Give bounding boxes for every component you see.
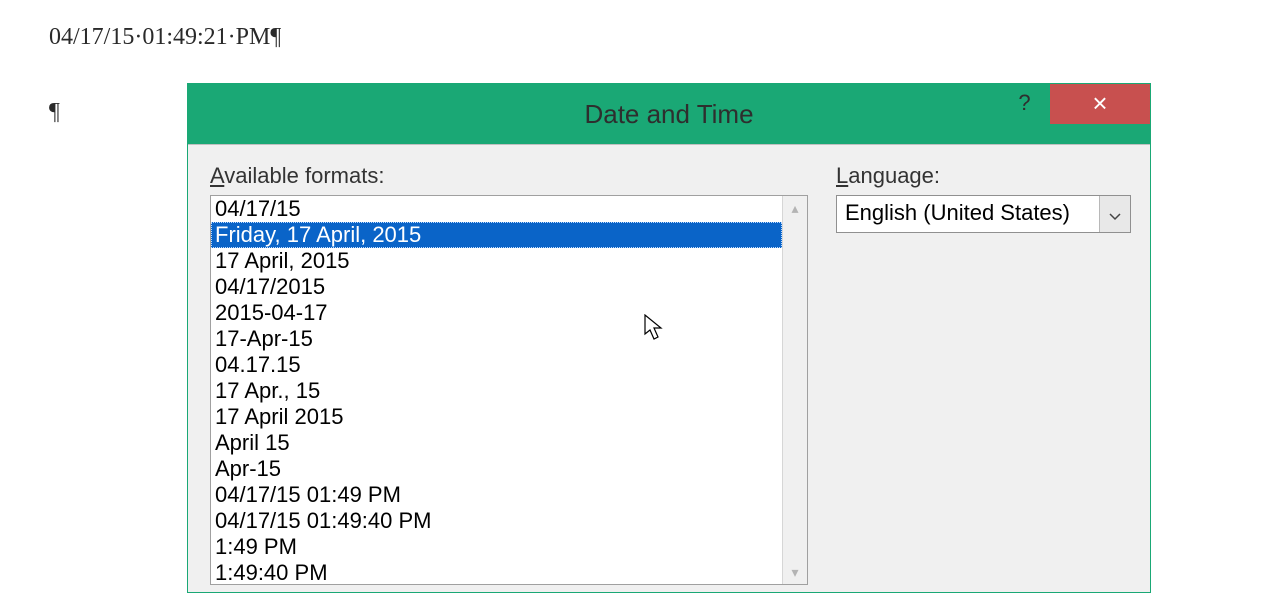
format-option[interactable]: Friday, 17 April, 2015: [211, 222, 782, 248]
format-option[interactable]: 17 Apr., 15: [211, 378, 782, 404]
document-line-1: 04/17/15·01:49:21·PM¶: [49, 24, 281, 51]
scroll-up-icon[interactable]: ▴: [783, 196, 807, 220]
format-option[interactable]: 17-Apr-15: [211, 326, 782, 352]
help-button[interactable]: ?: [1000, 84, 1049, 124]
dialog-titlebar[interactable]: Date and Time ? ×: [188, 84, 1150, 144]
chevron-down-icon: [1109, 201, 1121, 227]
dialog-client-area: Available formats: 04/17/15Friday, 17 Ap…: [188, 144, 1150, 592]
format-option[interactable]: 04/17/15 01:49:40 PM: [211, 508, 782, 534]
language-value: English (United States): [837, 196, 1099, 232]
close-icon: ×: [1092, 88, 1107, 118]
format-option[interactable]: Apr-15: [211, 456, 782, 482]
format-option[interactable]: 04/17/2015: [211, 274, 782, 300]
date-time-dialog: Date and Time ? × Available formats: 04/…: [187, 83, 1151, 593]
format-option[interactable]: 17 April 2015: [211, 404, 782, 430]
listbox-scrollbar[interactable]: ▴ ▾: [782, 196, 807, 584]
formats-label: Available formats:: [210, 163, 808, 189]
format-option[interactable]: 1:49 PM: [211, 534, 782, 560]
help-icon: ?: [1018, 90, 1030, 115]
formats-column: Available formats: 04/17/15Friday, 17 Ap…: [210, 163, 808, 592]
scroll-down-icon[interactable]: ▾: [783, 560, 807, 584]
close-button[interactable]: ×: [1049, 84, 1150, 124]
language-combobox[interactable]: English (United States): [836, 195, 1131, 233]
format-option[interactable]: 1:49:40 PM: [211, 560, 782, 584]
language-label: Language:: [836, 163, 1131, 189]
format-option[interactable]: 2015-04-17: [211, 300, 782, 326]
format-option[interactable]: 17 April, 2015: [211, 248, 782, 274]
language-column: Language: English (United States): [836, 163, 1131, 592]
format-option[interactable]: 04/17/15: [211, 196, 782, 222]
format-option[interactable]: 04.17.15: [211, 352, 782, 378]
format-option[interactable]: 04/17/15 01:49 PM: [211, 482, 782, 508]
format-option[interactable]: April 15: [211, 430, 782, 456]
formats-listbox[interactable]: 04/17/15Friday, 17 April, 201517 April, …: [210, 195, 808, 585]
language-dropdown-button[interactable]: [1099, 196, 1130, 232]
